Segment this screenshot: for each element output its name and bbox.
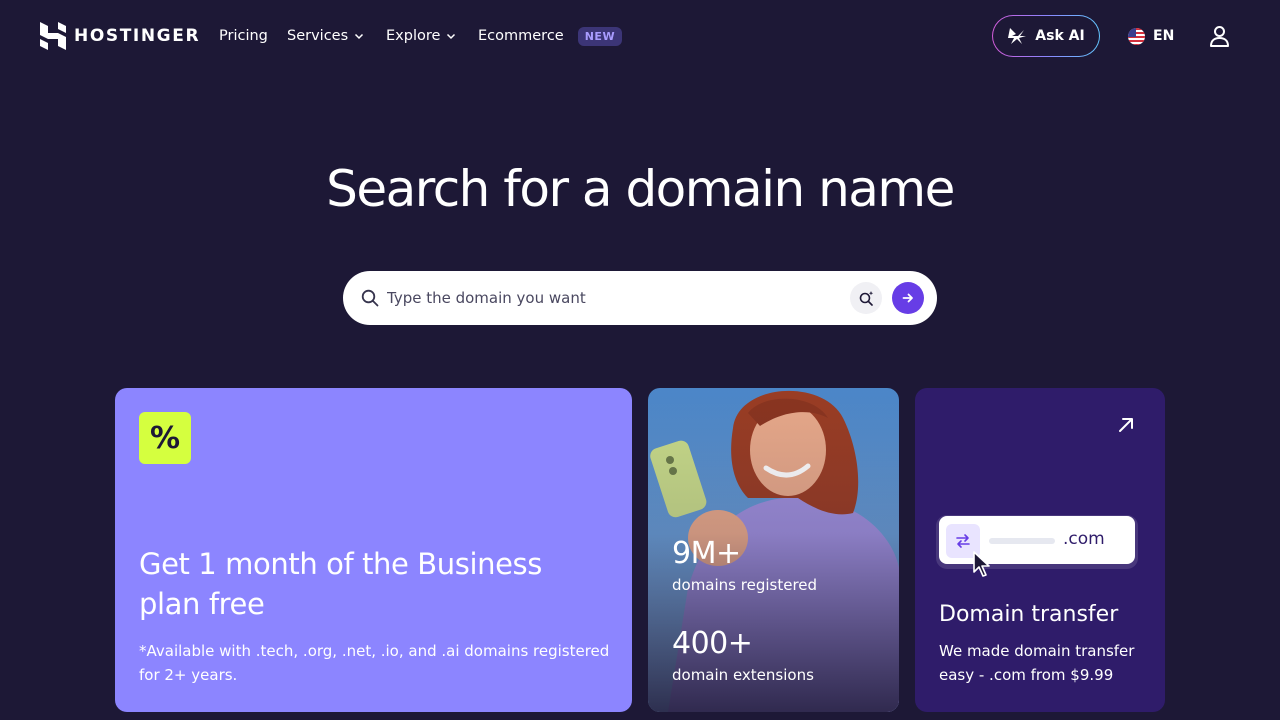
arrow-up-right-icon[interactable] — [1117, 416, 1135, 434]
arrow-right-icon — [902, 293, 913, 303]
user-icon[interactable] — [1209, 25, 1230, 47]
promo-card[interactable]: % Get 1 month of the Business plan free … — [115, 388, 632, 712]
domain-transfer-title: Domain transfer — [939, 602, 1119, 627]
hostinger-logo-icon — [40, 22, 66, 50]
new-badge: NEW — [577, 26, 623, 46]
page-title: Search for a domain name — [326, 160, 955, 218]
domain-search-input[interactable] — [387, 285, 827, 311]
domain-search-bar — [343, 271, 937, 325]
promo-title: Get 1 month of the Business plan free — [139, 547, 542, 621]
promo-note: *Available with .tech, .org, .net, .io, … — [139, 642, 610, 684]
stat-domain-extensions-value: 400+ — [672, 626, 753, 661]
domain-transfer-card[interactable]: .com Domain transfer We made domain tran… — [915, 388, 1165, 712]
ai-search-icon — [859, 291, 874, 306]
nav-ecommerce-label: Ecommerce — [478, 28, 564, 44]
stat-domains-registered-label: domains registered — [672, 576, 818, 594]
transfer-illustration: .com — [939, 516, 1135, 564]
placeholder-line — [989, 538, 1055, 544]
nav-services[interactable]: Services — [287, 26, 364, 46]
nav-explore-label: Explore — [386, 28, 441, 44]
stat-domains-registered-value: 9M+ — [672, 536, 741, 571]
top-navigation: HOSTINGER Pricing Services Explore Ecomm… — [0, 0, 1280, 72]
ask-ai-button[interactable]: Ask AI — [992, 15, 1100, 57]
chevron-down-icon — [447, 33, 456, 40]
stat-domain-extensions-label: domain extensions — [672, 666, 814, 684]
brand-name: HOSTINGER — [74, 26, 201, 46]
ask-ai-label: Ask AI — [1035, 28, 1085, 44]
language-selector[interactable]: EN — [1128, 26, 1174, 46]
mock-domain-extension: .com — [1063, 529, 1105, 549]
cursor-icon — [973, 551, 990, 577]
hostinger-logo[interactable]: HOSTINGER — [40, 22, 200, 50]
nav-explore[interactable]: Explore — [386, 26, 456, 46]
domain-transfer-description: We made domain transfer easy - .com from… — [939, 642, 1135, 684]
stats-card: 9M+ domains registered 400+ domain exten… — [648, 388, 899, 712]
search-submit-button[interactable] — [892, 282, 924, 314]
nav-pricing[interactable]: Pricing — [219, 26, 268, 46]
ai-search-button[interactable] — [850, 282, 882, 314]
nav-services-label: Services — [287, 28, 349, 44]
nav-ecommerce[interactable]: Ecommerce NEW — [478, 26, 623, 46]
percent-badge: % — [139, 412, 191, 464]
search-icon — [361, 289, 379, 307]
nav-pricing-label: Pricing — [219, 28, 268, 44]
us-flag-icon — [1128, 27, 1145, 45]
chevron-down-icon — [355, 33, 364, 40]
ask-ai-sparkle-icon — [1008, 28, 1027, 44]
language-label: EN — [1153, 28, 1175, 44]
